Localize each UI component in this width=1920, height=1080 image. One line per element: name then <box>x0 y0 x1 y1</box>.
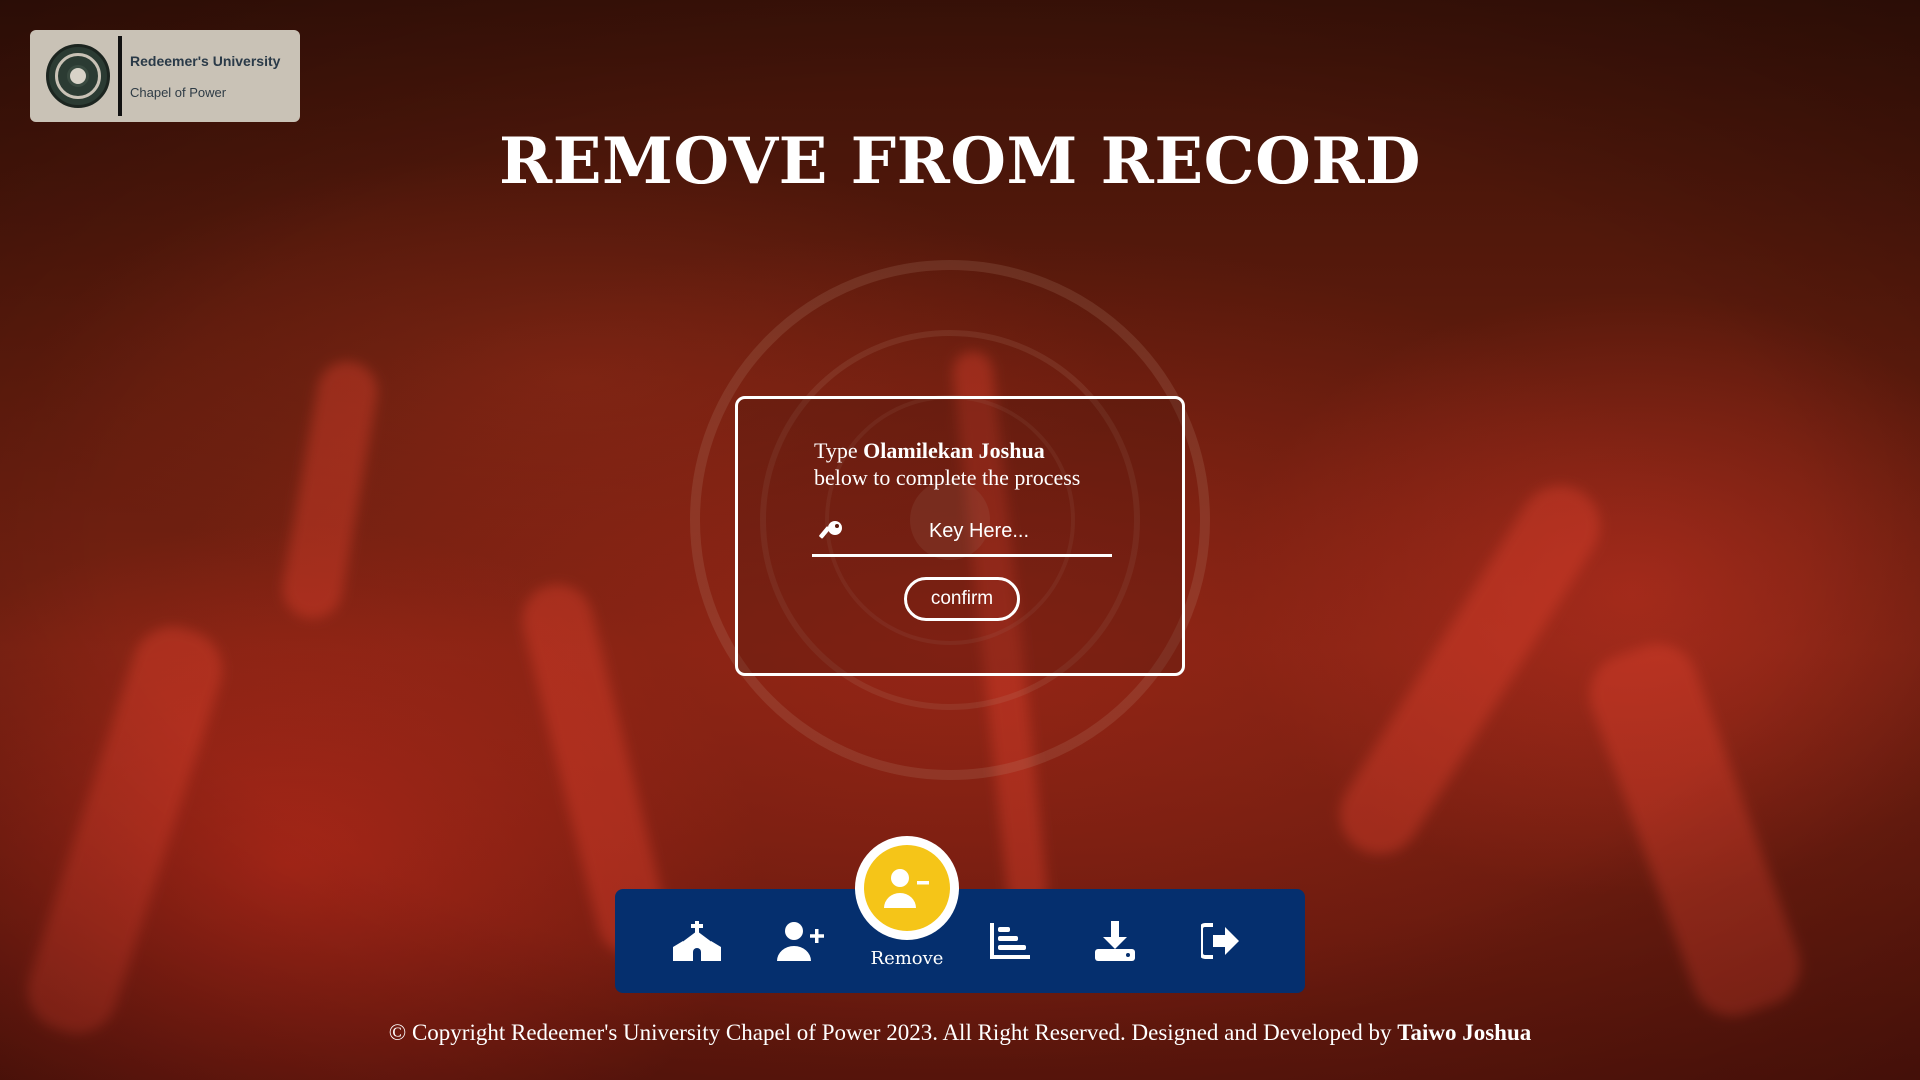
key-input[interactable] <box>852 513 1106 549</box>
user-minus-icon <box>884 869 929 908</box>
logout-icon <box>1201 923 1239 959</box>
logo-subtitle: Chapel of Power <box>130 84 227 100</box>
page-title: REMOVE FROM RECORD <box>499 124 1421 199</box>
church-icon <box>673 921 721 961</box>
nav-item-home[interactable] <box>657 889 737 993</box>
bottom-nav <box>615 889 1305 993</box>
nav-active-label: Remove <box>870 948 944 969</box>
nav-item-records[interactable] <box>970 889 1050 993</box>
footer-developer: Taiwo Joshua <box>1397 1020 1532 1045</box>
instruction-text: Type Olamilekan Joshua below to complete… <box>814 437 1080 491</box>
instruction-prefix: Type <box>814 438 858 463</box>
logo[interactable]: Redeemer's University Chapel of Power <box>30 30 300 122</box>
logo-divider <box>118 36 122 116</box>
member-name: Olamilekan Joshua <box>863 438 1045 463</box>
confirm-dialog: Type Olamilekan Joshua below to complete… <box>735 396 1185 676</box>
confirm-button[interactable]: confirm <box>904 577 1020 621</box>
key-field <box>812 509 1112 557</box>
nav-item-remove[interactable] <box>855 836 959 940</box>
instruction-suffix: below to complete the process <box>814 465 1081 490</box>
nav-item-download[interactable] <box>1075 889 1155 993</box>
footer-text: © Copyright Redeemer's University Chapel… <box>388 1020 1392 1045</box>
nav-item-logout[interactable] <box>1181 889 1261 993</box>
footer: © Copyright Redeemer's University Chapel… <box>0 1020 1920 1046</box>
logo-name: Redeemer's University <box>130 52 281 69</box>
key-icon <box>819 521 842 539</box>
nav-item-add[interactable] <box>761 889 841 993</box>
download-icon <box>1095 921 1135 961</box>
logo-seal-icon <box>46 44 110 108</box>
chart-bar-icon <box>990 923 1030 959</box>
user-plus-icon <box>777 922 824 961</box>
